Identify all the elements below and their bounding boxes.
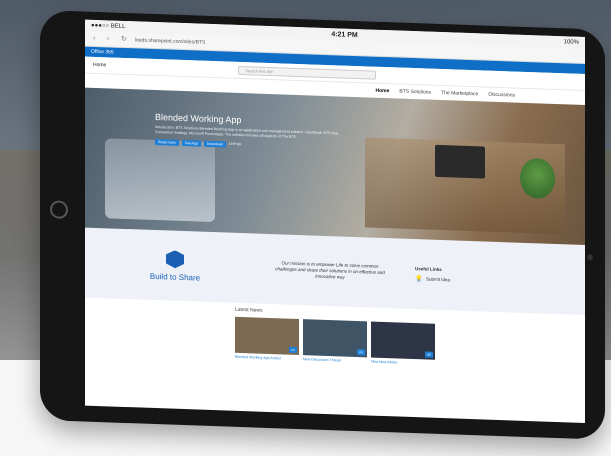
back-arrow-icon[interactable]: ‹ [93,35,99,42]
camera-icon [587,254,593,261]
site-home-label[interactable]: Home [93,62,106,68]
status-time: 4:21 PM [331,30,358,39]
hero-sofa-image [105,138,215,223]
news-card-image: 1/6 [235,316,299,356]
news-card-badge: 1/6 [288,346,297,353]
build-to-share-logo-icon [166,250,184,269]
ipad-screen: ●●●○○ BELL 4:21 PM 100% ‹ › ↻ leeds.shar… [85,19,585,424]
news-card[interactable]: 2/6 New Discussion Thread [303,319,367,363]
photo-scene: ●●●○○ BELL 4:21 PM 100% ‹ › ↻ leeds.shar… [0,0,611,456]
news-card[interactable]: 1/6 Blended Working App Added [235,316,299,361]
hero-link[interactable]: Let's go [229,142,241,148]
mission-statement: Our mission is to empower Life to solve … [275,260,385,280]
news-card-image: 3/6 [371,321,435,360]
useful-links-title: Useful Links [415,265,442,272]
hero-download-button[interactable]: Download [203,140,226,148]
news-card-badge: 2/6 [356,349,365,356]
news-card-image: 2/6 [303,319,367,358]
nav-item-discussions[interactable]: Discussions [488,92,515,99]
news-card-list: 1/6 Blended Working App Added 2/6 New Di… [235,316,585,371]
useful-link-label: Submit Idea [426,276,451,283]
hero-get-app-button[interactable]: Get App [181,139,201,147]
useful-links: Useful Links 💡 Submit Idea [415,266,515,286]
news-card-badge: 3/6 [424,351,433,358]
reload-icon[interactable]: ↻ [121,36,127,43]
search-input[interactable]: Search this site [238,65,377,80]
carrier-signal: ●●●○○ BELL [91,22,126,30]
nav-item-bts-solutions[interactable]: BTS Solutions [399,89,431,96]
suite-app-name[interactable]: Office 365 [91,49,114,56]
hero-plant-image [520,157,555,199]
useful-link-submit-idea[interactable]: 💡 Submit Idea [415,274,515,286]
hero-banner: Blended Working App Introduction: BTS So… [85,87,585,246]
nav-item-home[interactable]: Home [375,88,389,94]
hero-laptop-image [435,144,485,179]
brand-logo-text: Build to Share [149,271,201,283]
forward-arrow-icon[interactable]: › [107,35,113,42]
home-button[interactable] [50,200,68,219]
news-card[interactable]: 3/6 New Idea Added [371,321,435,366]
lightbulb-icon: 💡 [415,274,423,283]
news-card-title: New Discussion Thread [303,357,341,363]
hero-text-block: Blended Working App Introduction: BTS So… [155,112,345,152]
ipad-device: ●●●○○ BELL 4:21 PM 100% ‹ › ↻ leeds.shar… [40,10,605,440]
news-card-title: Blended Working App Added [235,354,281,361]
news-card-title: New Idea Added [371,359,398,365]
hero-read-more-button[interactable]: Read more [155,139,179,146]
battery-level: 100% [563,39,579,46]
brand-block: Build to Share [105,248,245,284]
nav-item-marketplace[interactable]: The Marketplace [441,90,478,97]
